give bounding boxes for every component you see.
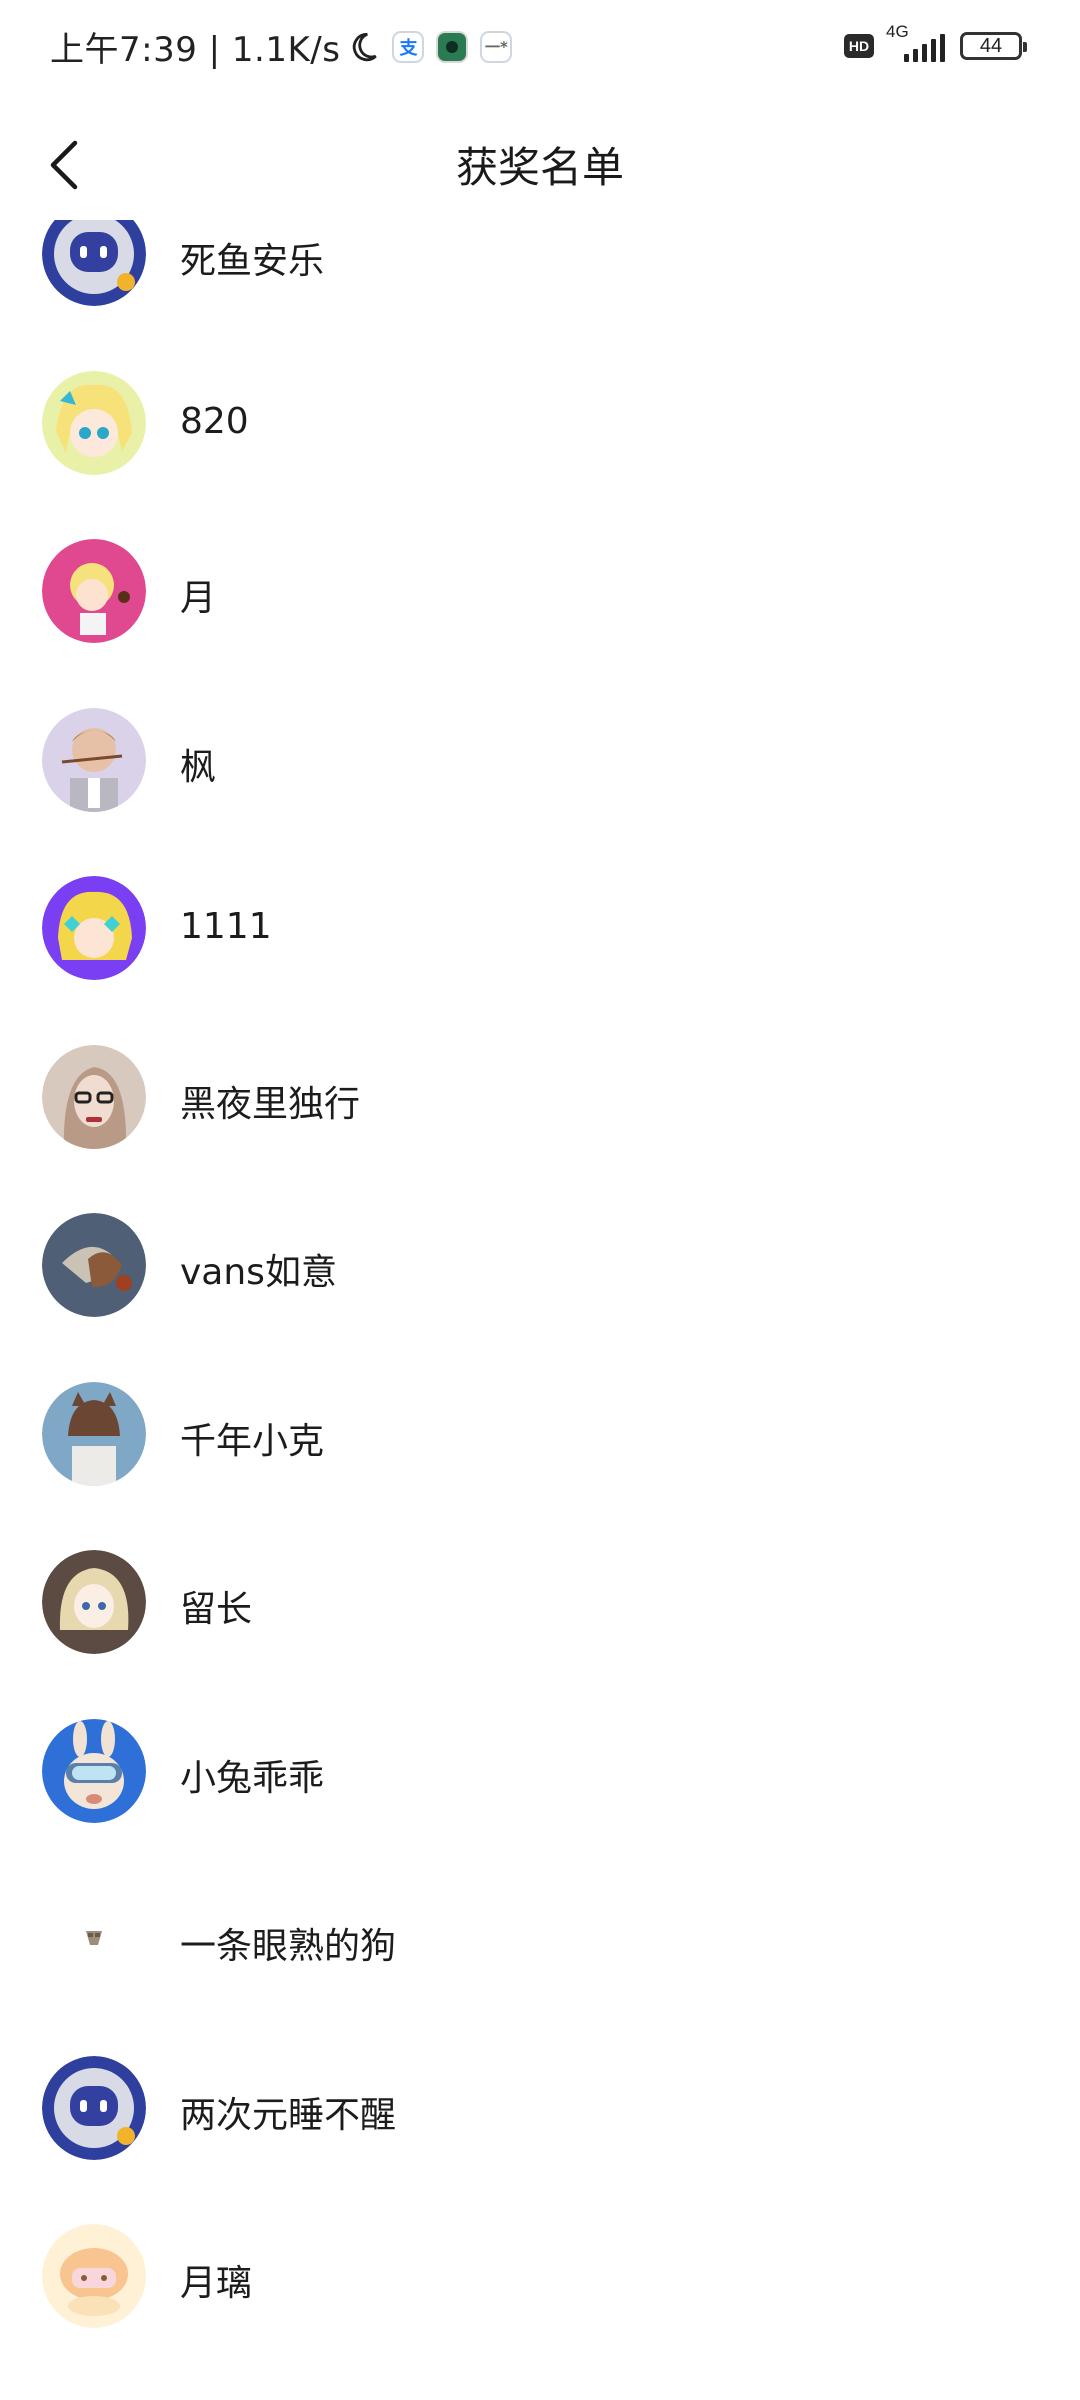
avatar[interactable] xyxy=(42,876,146,980)
moon-icon xyxy=(353,32,378,61)
avatar[interactable] xyxy=(42,1044,146,1149)
app-notification-icon xyxy=(436,30,469,63)
winner-item[interactable]: 留长 xyxy=(0,1518,1080,1687)
winner-name: 月璃 xyxy=(180,2263,253,2304)
avatar[interactable] xyxy=(42,707,146,812)
status-bar: 上午7:39 | 1.1K/s 支 一* HD 4G 44 xyxy=(0,0,1080,96)
signal-icon: 4G xyxy=(886,22,948,64)
winner-name: 月 xyxy=(180,578,217,619)
winner-item[interactable]: 1111 xyxy=(0,844,1080,1013)
avatar[interactable] xyxy=(42,220,146,306)
winner-name: vans如意 xyxy=(180,1252,337,1293)
page-header: 获奖名单 xyxy=(0,110,1080,220)
avatar[interactable] xyxy=(42,539,146,643)
winner-name: 小兔乖乖 xyxy=(180,1757,325,1799)
avatar[interactable] xyxy=(42,1213,146,1317)
winner-item[interactable]: 千年小克 xyxy=(0,1350,1080,1519)
battery-icon: 44 xyxy=(960,32,1027,60)
winner-item[interactable]: 枫 xyxy=(0,676,1080,845)
winner-name: 820 xyxy=(180,400,249,442)
winner-item[interactable]: 820 xyxy=(0,339,1080,508)
status-bar-right: HD 4G 44 xyxy=(844,22,1027,64)
alipay-icon: 支 xyxy=(392,30,425,63)
hd-badge: HD xyxy=(844,34,874,58)
winners-list[interactable]: 死鱼安乐 820 月枫 1111 黑夜里独行 vans如意 千年小克留长小兔乖乖一条眼熟的狗… xyxy=(0,220,1080,2400)
winner-name: 1111 xyxy=(180,906,272,947)
winner-item[interactable]: 小兔乖乖 xyxy=(0,1687,1080,1856)
battery-level: 44 xyxy=(979,34,1003,57)
avatar[interactable] xyxy=(42,1381,146,1486)
winner-item[interactable]: vans如意 xyxy=(0,1181,1080,1350)
winner-name: 两次元睡不醒 xyxy=(180,2094,397,2136)
status-time-speed: 上午7:39 | 1.1K/s xyxy=(50,30,341,70)
winner-item[interactable]: 黑夜里独行 xyxy=(0,1013,1080,1182)
winner-item[interactable]: 月 xyxy=(0,507,1080,676)
avatar[interactable] xyxy=(42,370,146,475)
avatar[interactable] xyxy=(42,2055,146,2160)
winner-name: 黑夜里独行 xyxy=(180,1083,361,1125)
winner-name: 千年小克 xyxy=(180,1420,325,1462)
winner-item[interactable]: 两次元睡不醒 xyxy=(0,2024,1080,2193)
winner-name: 一条眼熟的狗 xyxy=(180,1926,397,1967)
winner-name: 死鱼安乐 xyxy=(180,241,325,282)
avatar[interactable] xyxy=(42,1887,146,1991)
avatar[interactable] xyxy=(42,1718,146,1823)
status-bar-left: 上午7:39 | 1.1K/s 支 一* xyxy=(50,22,513,71)
avatar[interactable] xyxy=(42,1550,146,1654)
page-title: 获奖名单 xyxy=(455,143,624,192)
winner-item[interactable]: 月璃 xyxy=(0,2192,1080,2361)
misc-app-icon: 一* xyxy=(480,30,513,63)
winner-item[interactable]: 一条眼熟的狗 xyxy=(0,1855,1080,2024)
avatar[interactable] xyxy=(42,2224,146,2328)
winner-name: 留长 xyxy=(180,1589,253,1630)
winner-name: 枫 xyxy=(180,746,217,788)
winner-item[interactable]: 死鱼安乐 xyxy=(0,220,1080,339)
